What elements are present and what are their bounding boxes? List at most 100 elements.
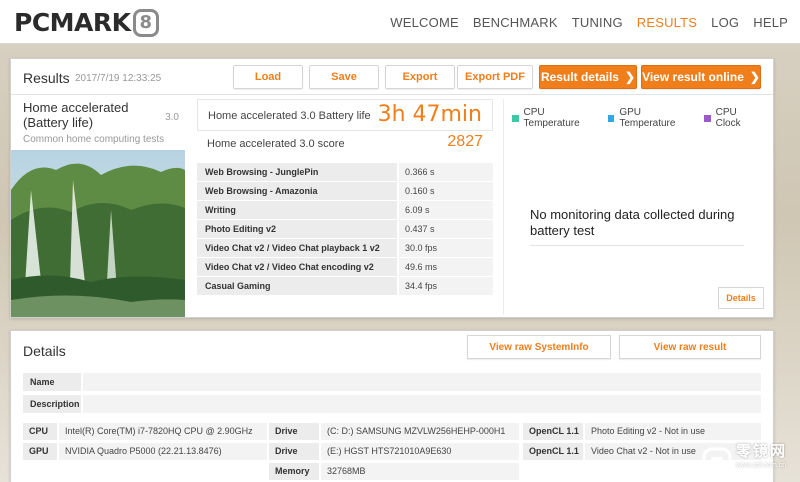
subtest-value: 6.09 s <box>399 201 493 219</box>
drive-row-1: Drive (C: D:) SAMSUNG MZVLW256HEHP-000H1 <box>269 423 519 440</box>
memory-value: 32768MB <box>321 463 519 480</box>
legend-cpu-clock[interactable]: CPU Clock <box>704 107 761 129</box>
legend-label: CPU Clock <box>715 107 741 129</box>
watermark-text-block: 零镜网 www.zol.com.cn <box>736 443 788 473</box>
gpu-value: NVIDIA Quadro P5000 (22.21.13.8476) <box>59 443 267 460</box>
drive-row-2: Drive (E:) HGST HTS721010A9E630 <box>269 443 519 460</box>
monitoring-message: No monitoring data collected during batt… <box>530 207 744 246</box>
subtest-name: Video Chat v2 / Video Chat encoding v2 <box>197 258 397 276</box>
chevron-right-icon: ❯ <box>624 70 636 84</box>
benchmark-version: 3.0 <box>165 112 179 123</box>
subtest-row: Web Browsing - JunglePin 0.366 s <box>197 163 493 181</box>
description-value[interactable] <box>83 395 761 413</box>
subtest-value: 0.437 s <box>399 220 493 238</box>
name-field: Name <box>23 373 761 391</box>
benchmark-subtitle: Common home computing tests <box>23 134 165 145</box>
gpu-label: GPU <box>23 443 57 460</box>
subtest-value: 0.366 s <box>399 163 493 181</box>
pcmark-logo: PCMARK 8 <box>14 8 159 37</box>
details-panel: Details View raw SystemInfo View raw res… <box>10 330 774 482</box>
subtest-name: Web Browsing - JunglePin <box>197 163 397 181</box>
description-label: Description <box>23 395 81 413</box>
watermark-logo-icon <box>702 447 732 471</box>
results-panel: Results 2017/7/19 12:33:25 Load Save Exp… <box>10 58 774 318</box>
site-watermark: 零镜网 www.zol.com.cn <box>702 442 798 476</box>
result-details-label: Result details <box>540 70 619 84</box>
gpu-row: GPU NVIDIA Quadro P5000 (22.21.13.8476) <box>23 443 267 460</box>
subtest-name: Photo Editing v2 <box>197 220 397 238</box>
cpu-value: Intel(R) Core(TM) i7-7820HQ CPU @ 2.90GH… <box>59 423 267 440</box>
details-title: Details <box>23 343 66 359</box>
benchmark-card: Home accelerated (Battery life) 3.0 Comm… <box>11 96 185 317</box>
subtest-value: 30.0 fps <box>399 239 493 257</box>
legend-swatch <box>607 114 615 122</box>
waterfall-illustration <box>11 150 185 317</box>
view-online-label: View result online <box>642 70 744 84</box>
nav-welcome[interactable]: WELCOME <box>390 15 459 30</box>
opencl-label: OpenCL 1.1 <box>523 423 583 440</box>
opencl-value: Photo Editing v2 - Not in use <box>585 423 761 440</box>
legend-cpu-temperature[interactable]: CPU Temperature <box>512 107 598 129</box>
benchmark-waterfall-image <box>11 150 185 317</box>
subtest-row: Writing 6.09 s <box>197 201 493 219</box>
subtest-name: Casual Gaming <box>197 277 397 295</box>
nav-help[interactable]: HELP <box>753 15 788 30</box>
main-nav: WELCOME BENCHMARK TUNING RESULTS LOG HEL… <box>376 0 788 44</box>
top-bar: PCMARK 8 WELCOME BENCHMARK TUNING RESULT… <box>0 0 800 44</box>
results-title: Results <box>23 70 70 86</box>
memory-label: Memory <box>269 463 319 480</box>
cpu-label: CPU <box>23 423 57 440</box>
load-button[interactable]: Load <box>233 65 303 89</box>
subtest-row: Web Browsing - Amazonia 0.160 s <box>197 182 493 200</box>
nav-log[interactable]: LOG <box>711 15 739 30</box>
name-value[interactable] <box>83 373 761 391</box>
export-button[interactable]: Export <box>385 65 455 89</box>
subtest-row: Video Chat v2 / Video Chat encoding v2 4… <box>197 258 493 276</box>
legend-label: GPU Temperature <box>619 107 676 129</box>
monitoring-details-button[interactable]: Details <box>718 287 764 309</box>
subtest-value: 0.160 s <box>399 182 493 200</box>
nav-benchmark[interactable]: BENCHMARK <box>473 15 558 30</box>
watermark-sub: www.zol.com.cn <box>736 462 787 469</box>
view-online-button[interactable]: View result online ❯ <box>641 65 761 89</box>
subtest-row: Casual Gaming 34.4 fps <box>197 277 493 295</box>
result-details-button[interactable]: Result details ❯ <box>539 65 637 89</box>
name-label: Name <box>23 373 81 391</box>
subtest-name: Writing <box>197 201 397 219</box>
cpu-row: CPU Intel(R) Core(TM) i7-7820HQ CPU @ 2.… <box>23 423 267 440</box>
view-raw-result-button[interactable]: View raw result <box>619 335 761 359</box>
benchmark-name: Home accelerated (Battery life) <box>23 100 129 130</box>
save-button[interactable]: Save <box>309 65 379 89</box>
export-pdf-button[interactable]: Export PDF <box>457 65 533 89</box>
legend-swatch <box>512 114 519 122</box>
subtest-row: Photo Editing v2 0.437 s <box>197 220 493 238</box>
drive-value: (C: D:) SAMSUNG MZVLW256HEHP-000H1 <box>321 423 519 440</box>
monitoring-legend: CPU Temperature GPU Temperature CPU Cloc… <box>512 107 771 129</box>
logo-badge: 8 <box>132 8 159 37</box>
watermark-text: 零镜网 <box>736 443 788 460</box>
nav-results[interactable]: RESULTS <box>637 15 697 30</box>
battery-life-row: Home accelerated 3.0 Battery life 3h 47m… <box>197 99 493 131</box>
battery-life-label: Home accelerated 3.0 Battery life <box>208 110 371 122</box>
view-raw-systeminfo-button[interactable]: View raw SystemInfo <box>467 335 611 359</box>
subtest-row: Video Chat v2 / Video Chat playback 1 v2… <box>197 239 493 257</box>
logo-text: PCMARK <box>14 8 131 37</box>
legend-gpu-temperature[interactable]: GPU Temperature <box>607 107 694 129</box>
monitoring-area: CPU Temperature GPU Temperature CPU Cloc… <box>503 99 771 315</box>
drive-label: Drive <box>269 443 319 460</box>
nav-tuning[interactable]: TUNING <box>572 15 623 30</box>
legend-swatch <box>704 114 711 122</box>
description-field: Description <box>23 395 761 413</box>
opencl-label: OpenCL 1.1 <box>523 443 583 460</box>
score-label: Home accelerated 3.0 score <box>207 138 345 150</box>
opencl-row-1: OpenCL 1.1 Photo Editing v2 - Not in use <box>523 423 761 440</box>
drive-value: (E:) HGST HTS721010A9E630 <box>321 443 519 460</box>
subtest-name: Video Chat v2 / Video Chat playback 1 v2 <box>197 239 397 257</box>
score-value: 2827 <box>447 133 483 150</box>
subtest-value: 34.4 fps <box>399 277 493 295</box>
subtest-table: Web Browsing - JunglePin 0.366 s Web Bro… <box>197 163 493 296</box>
battery-life-value: 3h 47min <box>377 102 482 127</box>
memory-row: Memory 32768MB <box>269 463 519 480</box>
drive-label: Drive <box>269 423 319 440</box>
score-row: Home accelerated 3.0 score 2827 <box>197 133 493 155</box>
